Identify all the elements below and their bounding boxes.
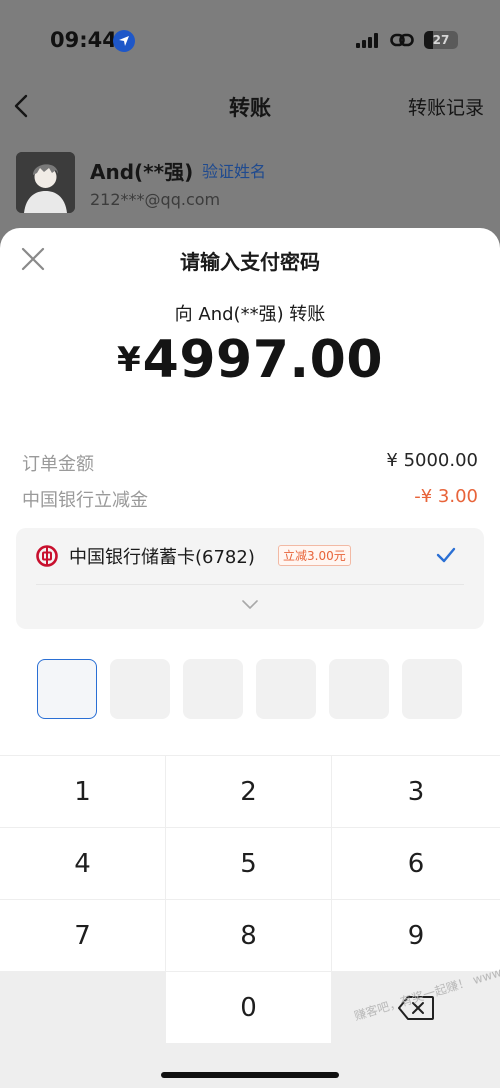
payee-info: And(**强) 验证姓名 212***@qq.com: [16, 152, 486, 216]
transfer-records-link[interactable]: 转账记录: [408, 93, 484, 120]
avatar: [16, 152, 75, 213]
transfer-recipient: 向 And(**强) 转账: [174, 304, 326, 325]
pin-digit-5[interactable]: [329, 659, 389, 719]
amount-value: 4997.00: [142, 330, 383, 390]
pin-digit-2[interactable]: [110, 659, 170, 719]
order-amount-label: 订单金额: [22, 454, 94, 475]
numeric-keypad: 1 2 3 4 5 6 7 8 9 0: [0, 755, 500, 1088]
sheet-title: 请输入支付密码: [180, 250, 320, 274]
key-4[interactable]: 4: [0, 828, 165, 899]
location-arrow-icon: [113, 30, 135, 52]
transfer-amount: ¥4997.00: [0, 330, 500, 390]
currency-symbol: ¥: [116, 340, 141, 380]
key-8[interactable]: 8: [166, 900, 331, 971]
payee-name: And(**强): [90, 160, 194, 184]
pin-digit-3[interactable]: [183, 659, 243, 719]
key-3[interactable]: 3: [332, 756, 500, 827]
discount-label: 中国银行立减金: [22, 490, 148, 511]
key-0[interactable]: 0: [166, 972, 331, 1043]
payment-method-selector[interactable]: 中国银行储蓄卡(6782) 立减3.00元: [16, 528, 484, 629]
discount-value: -¥ 3.00: [414, 486, 478, 507]
status-time: 09:44: [50, 28, 117, 52]
battery-icon: 27: [424, 31, 458, 49]
pin-digit-4[interactable]: [256, 659, 316, 719]
home-indicator: [161, 1072, 339, 1078]
key-blank: [0, 972, 165, 1043]
verify-name-link[interactable]: 验证姓名: [202, 158, 266, 182]
pin-digit-6[interactable]: [402, 659, 462, 719]
divider: [36, 584, 464, 585]
discount-badge: 立减3.00元: [278, 545, 351, 566]
key-5[interactable]: 5: [166, 828, 331, 899]
key-6[interactable]: 6: [332, 828, 500, 899]
key-2[interactable]: 2: [166, 756, 331, 827]
payee-account: 212***@qq.com: [90, 190, 221, 209]
key-9[interactable]: 9: [332, 900, 500, 971]
chevron-down-icon[interactable]: [242, 600, 258, 610]
order-amount-value: ¥ 5000.00: [386, 450, 478, 471]
payment-sheet: 请输入支付密码 向 And(**强) 转账 ¥4997.00 订单金额 ¥ 50…: [0, 228, 500, 1088]
nav-bar: 转账 转账记录: [0, 80, 500, 132]
signal-icon: [356, 33, 378, 48]
personal-hotspot-link-icon: [390, 33, 414, 47]
pin-digit-1[interactable]: [37, 659, 97, 719]
key-7[interactable]: 7: [0, 900, 165, 971]
card-name: 中国银行储蓄卡(6782): [69, 547, 255, 568]
key-1[interactable]: 1: [0, 756, 165, 827]
bank-of-china-logo-icon: [36, 545, 58, 567]
battery-level: 27: [432, 33, 450, 47]
checkmark-icon: [436, 547, 456, 563]
status-bar: 09:44 27: [0, 0, 500, 80]
